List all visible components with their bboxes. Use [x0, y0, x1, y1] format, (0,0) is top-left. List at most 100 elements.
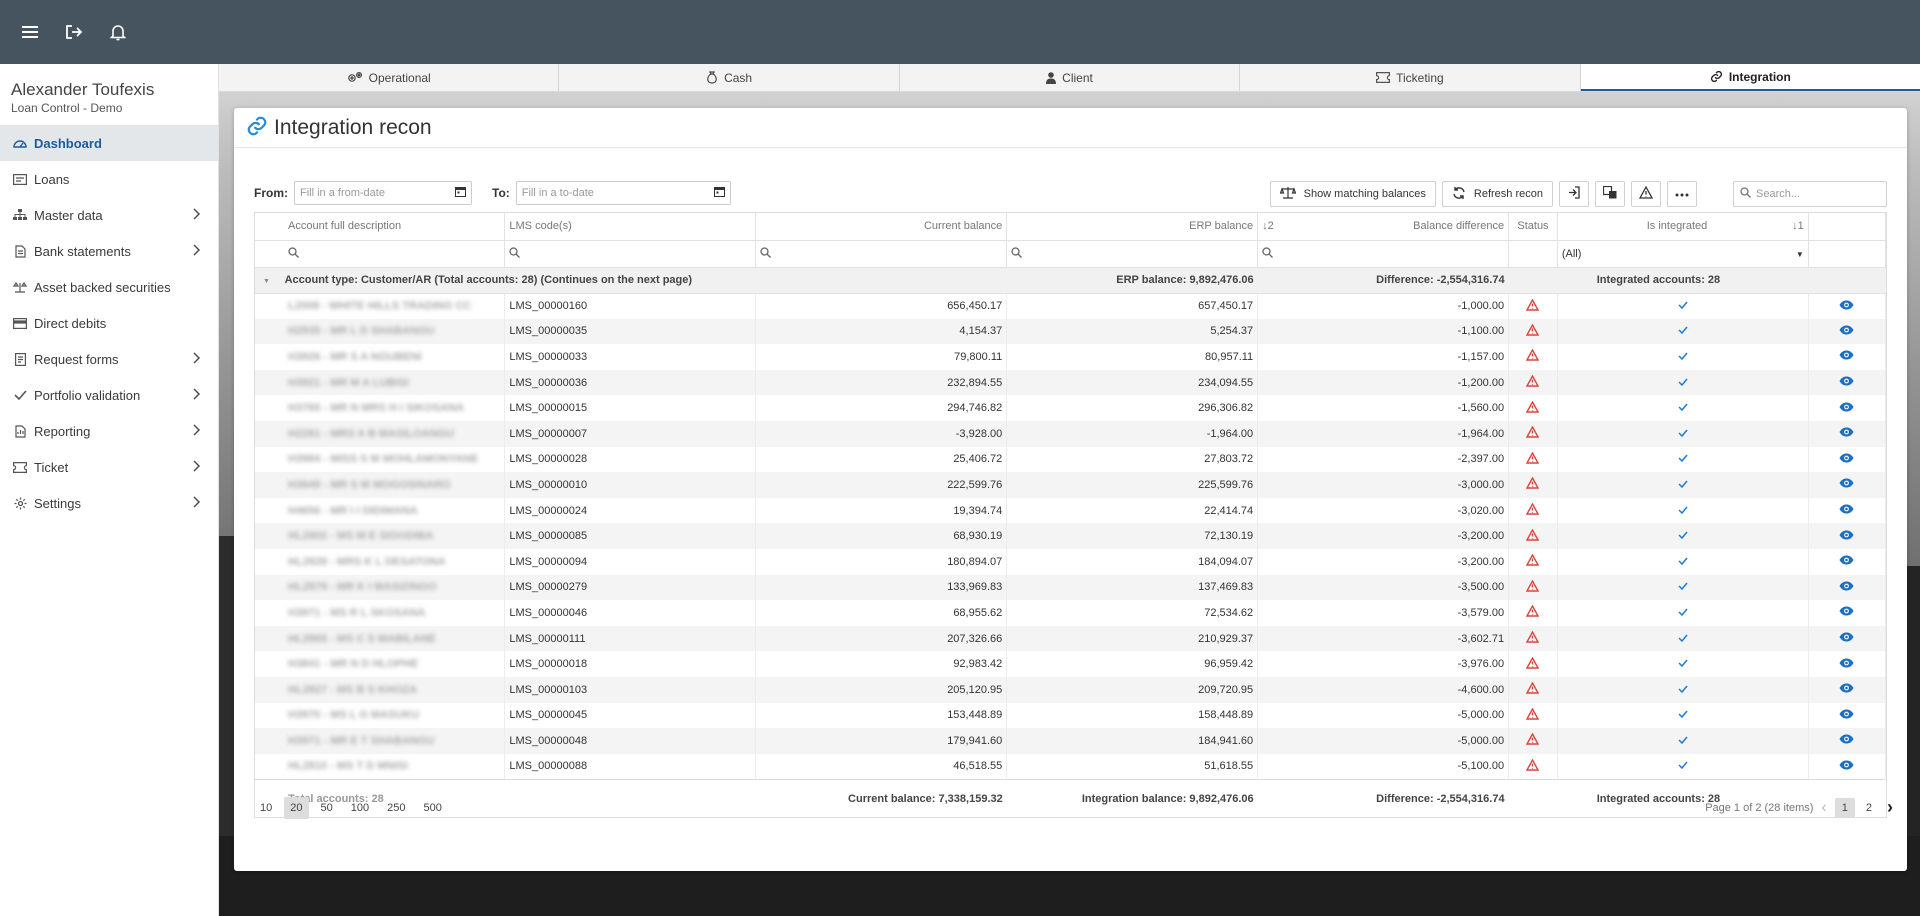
filter-cell-difference[interactable] [1257, 240, 1510, 268]
warning-filter-button[interactable] [1631, 181, 1661, 207]
erp-balance: 5,254.37 [1006, 318, 1259, 345]
sidebar-item-master-data[interactable]: Master data [0, 197, 218, 233]
filter-cell-description[interactable] [255, 240, 506, 268]
lms-code: LMS_00000015 [504, 395, 757, 421]
export-button[interactable] [1559, 181, 1589, 207]
col-is-integrated[interactable]: Is integrated ↓1 [1557, 213, 1809, 241]
table-row[interactable]: HL2879 - MR K I MASIZINGO LMS_00000279 133… [255, 574, 1887, 601]
col-lms-codes[interactable]: LMS code(s) [504, 213, 757, 241]
table-row[interactable]: H3841 - MR N D HLOPHE LMS_00000018 92,983.… [255, 651, 1887, 677]
page-size-option[interactable]: 500 [417, 797, 447, 819]
table-row[interactable]: HL2827 - MS B S KHOZA LMS_00000103 205,120… [255, 676, 1887, 703]
sidebar-item-loans[interactable]: Loans [0, 161, 218, 197]
sidebar-item-bank-statements[interactable]: Bank statements [0, 233, 218, 269]
view-eye-icon[interactable] [1839, 350, 1854, 363]
to-date-input[interactable]: Fill in a to-date [515, 181, 731, 205]
col-current-balance[interactable]: Current balance [755, 213, 1008, 241]
view-eye-icon[interactable] [1839, 504, 1854, 517]
col-erp-balance[interactable]: ERP balance [1006, 213, 1259, 241]
filter-cell-current[interactable] [755, 240, 1008, 268]
col-status[interactable]: Status [1508, 213, 1558, 241]
table-row[interactable]: H3649 - MR S M MOGOSINARO LMS_00000010 222… [255, 472, 1887, 498]
dropdown-caret-icon[interactable]: ▼ [1796, 250, 1804, 259]
more-button[interactable] [1667, 181, 1697, 207]
filter-cell-status [1508, 240, 1558, 268]
page-size-option[interactable]: 10 [254, 797, 278, 819]
col-account-description[interactable]: Account full description [255, 213, 506, 241]
view-eye-icon[interactable] [1839, 376, 1854, 389]
view-eye-icon[interactable] [1839, 427, 1854, 440]
lms-code: LMS_00000103 [504, 676, 757, 703]
sidebar-item-direct-debits[interactable]: Direct debits [0, 305, 218, 341]
sidebar-item-settings[interactable]: Settings [0, 485, 218, 521]
table-row[interactable]: H4656 - MR I I DIDIMANA LMS_00000024 19,39… [255, 497, 1887, 524]
refresh-recon-button[interactable]: Refresh recon [1441, 181, 1553, 207]
tab-client[interactable]: Client [900, 64, 1241, 91]
sidebar-item-ticket[interactable]: Ticket [0, 449, 218, 485]
table-row[interactable]: H2281 - MRS A B MASILOANGU LMS_00000007 -3… [255, 420, 1887, 447]
table-row[interactable]: L2008 - WHITE HILLS TRADING CC LMS_000001… [255, 293, 1887, 319]
filter-cell-lms[interactable] [504, 240, 757, 268]
collapse-caret-icon[interactable]: ▼ [263, 278, 270, 285]
view-eye-icon[interactable] [1839, 709, 1854, 722]
page-size-option[interactable]: 20 [284, 797, 309, 819]
view-eye-icon[interactable] [1839, 606, 1854, 619]
view-eye-icon[interactable] [1839, 300, 1854, 313]
sidebar-item-asset-backed-securities[interactable]: Asset backed securities [0, 269, 218, 305]
view-eye-icon[interactable] [1839, 734, 1854, 747]
sidebar-item-request-forms[interactable]: Request forms [0, 341, 218, 377]
table-row[interactable]: H3921 - MR M A LUBISI LMS_00000036 232,894… [255, 369, 1887, 396]
page-size-option[interactable]: 250 [381, 797, 411, 819]
filter-cell-erp[interactable] [1006, 240, 1259, 268]
tab-ticketing[interactable]: Ticketing [1240, 64, 1581, 91]
calendar-icon[interactable] [713, 186, 725, 200]
view-eye-icon[interactable] [1839, 530, 1854, 543]
next-page-icon[interactable]: › [1887, 797, 1893, 818]
table-row[interactable]: H3970 - MS L G MASUKU LMS_00000045 153,448… [255, 702, 1887, 729]
column-chooser-button[interactable] [1595, 181, 1625, 207]
page-size-option[interactable]: 100 [345, 797, 375, 819]
page-number-button[interactable]: 1 [1834, 797, 1855, 818]
sidebar-item-reporting[interactable]: Reporting [0, 413, 218, 449]
view-eye-icon[interactable] [1839, 683, 1854, 696]
view-eye-icon[interactable] [1839, 478, 1854, 491]
summary-integration-balance: Integration balance: 9,892,476.06 [1006, 778, 1258, 818]
view-eye-icon[interactable] [1839, 555, 1854, 568]
view-eye-icon[interactable] [1839, 632, 1854, 645]
view-eye-icon[interactable] [1839, 581, 1854, 594]
table-row[interactable]: H3984 - MISS S M MOHLAMONYANE LMS_0000002… [255, 446, 1887, 473]
table-row[interactable]: H3971 - MS R L SKOSANA LMS_00000046 68,955… [255, 600, 1887, 626]
logout-icon[interactable] [62, 20, 86, 44]
view-eye-icon[interactable] [1839, 760, 1854, 773]
page-number-button[interactable]: 2 [1859, 798, 1879, 818]
filter-cell-integrated[interactable]: (All) ▼ [1557, 240, 1809, 268]
table-row[interactable]: HL2865 - MS C S MABILANE LMS_00000111 207,… [255, 625, 1887, 652]
tab-operational[interactable]: Operational [219, 64, 560, 91]
page-size-option[interactable]: 50 [315, 797, 339, 819]
show-matching-balances-button[interactable]: Show matching balances [1269, 181, 1436, 207]
grid-search-input[interactable]: Search... [1733, 181, 1887, 207]
from-date-input[interactable]: Fill in a from-date [294, 181, 472, 205]
sidebar-item-dashboard[interactable]: Dashboard [0, 125, 218, 161]
sidebar-item-portfolio-validation[interactable]: Portfolio validation [0, 377, 218, 413]
sidebar-item-label: Loans [34, 171, 70, 187]
tab-cash[interactable]: Cash [559, 64, 900, 91]
prev-page-icon[interactable]: ‹ [1821, 799, 1826, 817]
view-eye-icon[interactable] [1839, 453, 1854, 466]
table-row[interactable]: H3765 - MR N MRS H I SIKOSANA LMS_0000001… [255, 395, 1887, 421]
tab-integration[interactable]: Integration [1580, 64, 1920, 91]
view-eye-icon[interactable] [1839, 402, 1854, 415]
menu-icon[interactable] [18, 20, 42, 44]
calendar-icon[interactable] [455, 186, 466, 200]
bell-icon[interactable] [106, 20, 130, 44]
table-row[interactable]: H3926 - MR S A NGUBENI LMS_00000033 79,800… [255, 344, 1887, 370]
table-row[interactable]: H3971 - MR E T SHABANGU LMS_00000048 179,9… [255, 728, 1887, 754]
table-row[interactable]: HL2828 - MRS K L DESATONA LMS_00000094 180… [255, 548, 1887, 575]
table-row[interactable]: HL2810 - MS T D MNISI LMS_00000088 46,518.… [255, 753, 1887, 780]
table-row[interactable]: H2935 - MR L D SHABANGU LMS_00000035 4,154… [255, 318, 1887, 345]
group-row[interactable]: ▼ Account type: Customer/AR (Total accou… [255, 267, 1886, 294]
view-eye-icon[interactable] [1839, 658, 1854, 671]
col-balance-difference[interactable]: ↓2 Balance difference [1257, 213, 1510, 241]
view-eye-icon[interactable] [1839, 325, 1854, 338]
table-row[interactable]: HL2802 - MS M E SIGODIBA LMS_00000085 68,9… [255, 523, 1887, 549]
